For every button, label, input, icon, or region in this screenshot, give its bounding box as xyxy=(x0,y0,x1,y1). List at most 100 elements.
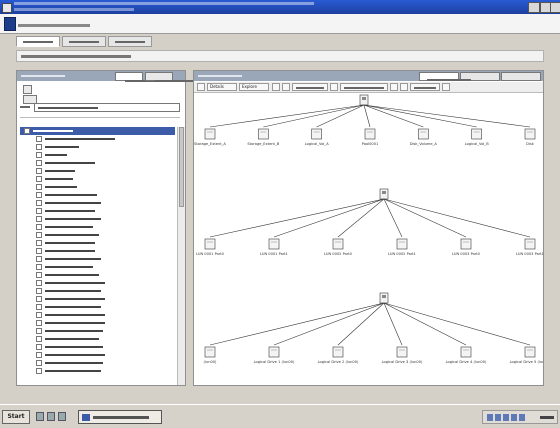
child-node-icon[interactable] xyxy=(268,238,280,250)
tree-item[interactable] xyxy=(20,175,175,183)
print-icon[interactable] xyxy=(330,83,338,91)
taskbar-app-button[interactable] xyxy=(78,410,162,424)
tree-item[interactable] xyxy=(20,327,175,335)
child-node-icon[interactable] xyxy=(311,128,323,140)
tree-item[interactable] xyxy=(20,143,175,151)
toolbar-button-5[interactable] xyxy=(340,83,388,91)
tree-item[interactable] xyxy=(20,359,175,367)
minimize-button[interactable] xyxy=(528,2,540,13)
child-node-icon[interactable] xyxy=(460,346,472,358)
tree-item[interactable] xyxy=(20,343,175,351)
zoom-in-icon[interactable] xyxy=(272,83,280,91)
child-node-icon[interactable] xyxy=(524,238,536,250)
filter-input[interactable] xyxy=(34,103,180,112)
main-tab-1-label xyxy=(23,41,53,43)
child-node-icon[interactable] xyxy=(396,238,408,250)
tree-item[interactable] xyxy=(20,367,175,375)
child-node-icon[interactable] xyxy=(204,238,216,250)
tree-item[interactable] xyxy=(20,223,175,231)
window-subtitle xyxy=(14,8,134,11)
child-node-icon[interactable] xyxy=(332,238,344,250)
help-icon[interactable] xyxy=(442,83,450,91)
tree-item[interactable] xyxy=(20,159,175,167)
tray-icon-4[interactable] xyxy=(511,414,517,421)
tree-item[interactable] xyxy=(20,167,175,175)
tree-item[interactable] xyxy=(20,295,175,303)
tree-scrollbar[interactable] xyxy=(177,127,185,385)
left-panel-tab-2[interactable] xyxy=(145,72,199,82)
child-node-icon[interactable] xyxy=(332,346,344,358)
child-node-icon[interactable] xyxy=(268,346,280,358)
tree-item[interactable] xyxy=(20,351,175,359)
tree-item-label xyxy=(45,338,99,340)
tree-back-icon[interactable] xyxy=(23,85,32,94)
tree-item-label xyxy=(45,162,95,164)
tray-icon-1[interactable] xyxy=(487,414,493,421)
main-tab-3[interactable] xyxy=(108,36,152,47)
child-node-icon[interactable] xyxy=(204,346,216,358)
main-tab-2[interactable] xyxy=(62,36,106,47)
quicklaunch-icon-1[interactable] xyxy=(36,412,44,421)
child-node-label: LUN 0001 Part1 xyxy=(260,252,288,256)
tree-item[interactable] xyxy=(20,215,175,223)
child-node-icon[interactable] xyxy=(471,128,483,140)
child-node-icon[interactable] xyxy=(204,128,216,140)
pointer-tool-icon[interactable] xyxy=(197,83,205,91)
tray-icon-3[interactable] xyxy=(503,414,509,421)
child-node-icon[interactable] xyxy=(460,238,472,250)
right-tab-3[interactable] xyxy=(427,72,541,81)
tree-item[interactable] xyxy=(20,271,175,279)
child-node-icon[interactable] xyxy=(417,128,429,140)
close-button[interactable] xyxy=(550,2,560,13)
left-panel-tab-1[interactable] xyxy=(115,72,169,82)
main-tabs xyxy=(16,36,216,48)
zoom-out-icon[interactable] xyxy=(282,83,290,91)
toolbar-button-6[interactable] xyxy=(410,83,440,91)
child-node-icon[interactable] xyxy=(364,128,376,140)
tree-root-node[interactable] xyxy=(20,127,175,135)
explore-button[interactable]: Explore xyxy=(239,83,269,91)
tree-item[interactable] xyxy=(20,247,175,255)
details-button[interactable]: Details xyxy=(207,83,237,91)
child-node-icon[interactable] xyxy=(524,128,536,140)
child-node-label: Logical_Vol_B xyxy=(465,142,490,146)
system-tray xyxy=(482,410,558,424)
tree-item[interactable] xyxy=(20,263,175,271)
tree-node-icon xyxy=(36,336,42,342)
tree-item[interactable] xyxy=(20,311,175,319)
relationship-edge xyxy=(383,198,467,238)
child-node-icon[interactable] xyxy=(396,346,408,358)
layout-icon[interactable] xyxy=(390,83,398,91)
left-panel xyxy=(16,70,199,386)
tree-item[interactable] xyxy=(20,151,175,159)
tree-item[interactable] xyxy=(20,319,175,327)
tree-item[interactable] xyxy=(20,239,175,247)
tree-item[interactable] xyxy=(20,279,175,287)
main-tab-1[interactable] xyxy=(16,36,60,47)
tree-item[interactable] xyxy=(20,303,175,311)
tree-scrollbar-thumb[interactable] xyxy=(179,127,184,207)
divider xyxy=(20,117,180,118)
window-title-bar[interactable] xyxy=(0,0,560,14)
tree-item[interactable] xyxy=(20,255,175,263)
tree-item[interactable] xyxy=(20,335,175,343)
tray-icon-5[interactable] xyxy=(519,414,525,421)
tree-item[interactable] xyxy=(20,287,175,295)
tree-item[interactable] xyxy=(20,135,175,143)
tree-item-label xyxy=(45,202,101,204)
tree-item[interactable] xyxy=(20,183,175,191)
tray-icon-2[interactable] xyxy=(495,414,501,421)
toolbar-button-4[interactable] xyxy=(292,83,328,91)
tree-item[interactable] xyxy=(20,191,175,199)
tree-item[interactable] xyxy=(20,199,175,207)
tree-item[interactable] xyxy=(20,207,175,215)
tree-item[interactable] xyxy=(20,231,175,239)
start-button[interactable]: Start xyxy=(2,410,30,424)
quicklaunch-icon-3[interactable] xyxy=(58,412,66,421)
quicklaunch-icon-2[interactable] xyxy=(47,412,55,421)
refresh-icon[interactable] xyxy=(400,83,408,91)
toolbar-button-6-label xyxy=(414,87,436,89)
child-node-icon[interactable] xyxy=(257,128,269,140)
tree-node-icon xyxy=(36,288,42,294)
child-node-icon[interactable] xyxy=(524,346,536,358)
